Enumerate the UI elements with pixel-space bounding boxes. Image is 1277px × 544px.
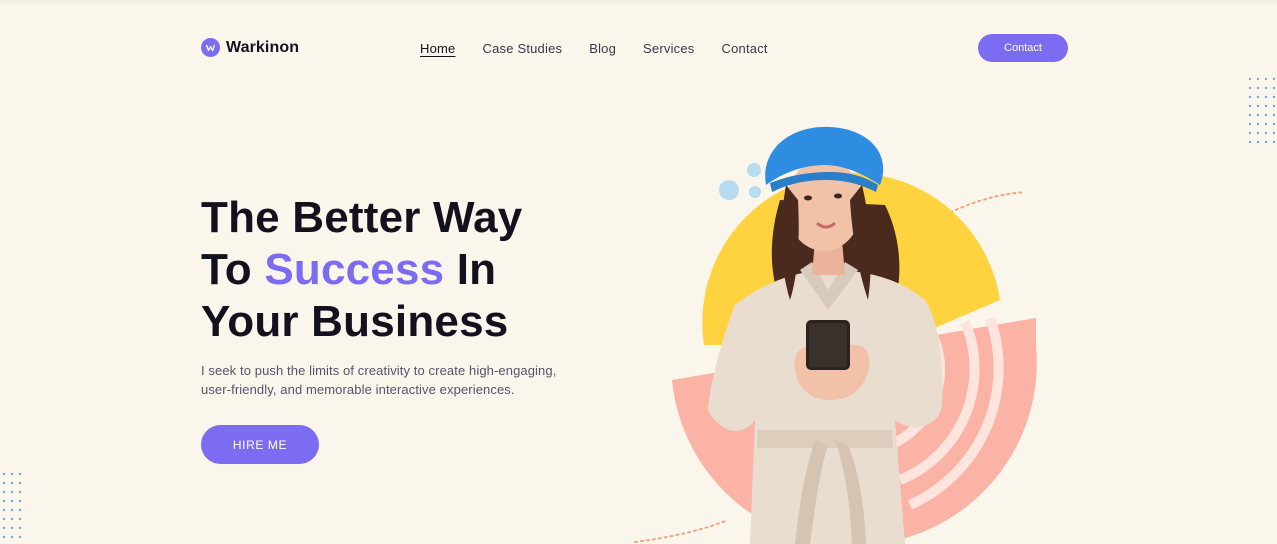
hero-headline: The Better Way To Success In Your Busine… bbox=[201, 192, 621, 348]
top-border bbox=[0, 0, 1277, 3]
headline-line-2-start: To bbox=[201, 245, 265, 294]
headline-line-3: Your Business bbox=[201, 297, 509, 346]
main-nav: Home Case Studies Blog Services Contact bbox=[420, 41, 795, 56]
headline-line-1: The Better Way bbox=[201, 193, 523, 242]
headline-accent-word: Success bbox=[264, 245, 445, 294]
dot-grid-decoration-top-right bbox=[1248, 77, 1276, 144]
contact-button[interactable]: Contact bbox=[978, 34, 1068, 62]
hero-illustration bbox=[634, 126, 1037, 544]
bubble-cluster-top bbox=[719, 163, 761, 200]
nav-item-blog[interactable]: Blog bbox=[589, 41, 616, 56]
brand-name: Warkinon bbox=[226, 38, 300, 56]
dotted-arc-bottom bbox=[634, 519, 729, 543]
nav-item-services[interactable]: Services bbox=[643, 41, 694, 56]
dot-grid-decoration-bottom-left bbox=[2, 472, 22, 539]
dotted-arc-top bbox=[944, 191, 1026, 216]
headline-line-2-end: In bbox=[444, 245, 497, 294]
nav-item-case-studies[interactable]: Case Studies bbox=[482, 41, 562, 56]
hire-me-button[interactable]: HIRE ME bbox=[201, 425, 319, 464]
logo-icon bbox=[201, 38, 220, 57]
nav-item-home[interactable]: Home bbox=[420, 41, 455, 56]
nav-item-contact[interactable]: Contact bbox=[722, 41, 768, 56]
hero-description: I seek to push the limits of creativity … bbox=[201, 363, 557, 397]
brand-logo[interactable]: Warkinon bbox=[201, 38, 299, 57]
